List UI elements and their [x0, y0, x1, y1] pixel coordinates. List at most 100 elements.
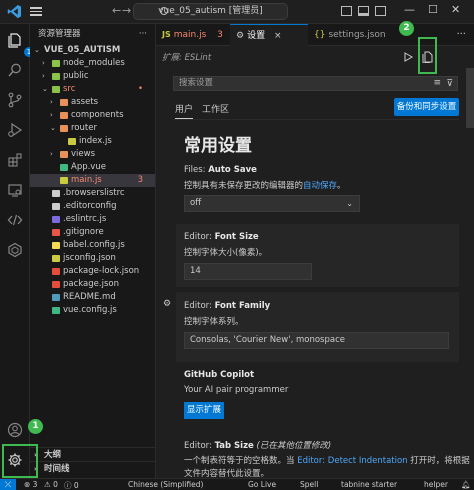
chevron-right-icon: › [50, 150, 53, 158]
tree-item[interactable]: ⌄ router [30, 122, 155, 135]
tree-item[interactable]: main.js 3 [30, 174, 155, 187]
breadcrumb-extension[interactable]: 扩展: ESLint [162, 51, 211, 63]
font-family-title: Editor: Font Family [184, 301, 270, 311]
settings-search-input[interactable]: 搜索设置 ≡ ⊽ [173, 76, 458, 91]
spell-status[interactable]: Spell [300, 480, 318, 489]
detect-indentation-link[interactable]: Editor: Detect Indentation [297, 456, 407, 466]
forward-arrow-icon[interactable]: → [122, 4, 131, 17]
tab-main-js[interactable]: JS main.js 3 [156, 24, 230, 46]
customize-layout-icon[interactable] [375, 6, 386, 16]
more-actions-icon[interactable]: ··· [139, 24, 147, 44]
run-icon[interactable] [402, 51, 414, 63]
notifications-bell-icon[interactable]: 🔔︎ [461, 480, 471, 489]
chevron-down-icon: ⌄ [50, 124, 56, 132]
tab-settings-json[interactable]: {} settings.json [308, 24, 398, 46]
tab-workspace-settings[interactable]: 工作区 [202, 102, 229, 118]
code-icon[interactable] [7, 212, 23, 228]
tree-item[interactable]: › views [30, 148, 155, 161]
errors-status[interactable]: ⊗ 3 [24, 480, 37, 489]
tree-item-label: babel.config.js [63, 240, 125, 250]
tree-item[interactable]: › node_modules [30, 57, 155, 70]
explorer-icon[interactable]: 1 [7, 32, 34, 57]
copilot-title: GitHub Copilot [184, 370, 255, 380]
toggle-sidebar-icon[interactable] [341, 6, 352, 16]
tree-item-label: node_modules [63, 58, 125, 68]
settings-editor: 搜索设置 ≡ ⊽ 用户 工作区 备份和同步设置 常用设置 Files: Auto… [156, 68, 474, 478]
filter-icon[interactable]: ⊽ [446, 78, 453, 91]
tree-item[interactable]: vue.config.js [30, 304, 155, 317]
gear-dot-icon [52, 190, 60, 197]
tree-item-label: App.vue [71, 162, 106, 172]
clear-filter-icon[interactable]: ≡ [433, 77, 441, 90]
chevron-down-icon: ⌄ [42, 85, 48, 93]
tree-item[interactable]: › public [30, 70, 155, 83]
tab-user-settings[interactable]: 用户 [175, 102, 194, 119]
font-size-input[interactable]: 14 [184, 263, 312, 280]
tree-item[interactable]: index.js [30, 135, 155, 148]
toggle-panel-icon[interactable] [358, 6, 369, 16]
autosave-link[interactable]: 自动保存 [303, 181, 337, 191]
remote-indicator-icon[interactable]: ⤫ [0, 479, 16, 490]
hexagon-extension-icon[interactable] [7, 242, 23, 258]
tree-item[interactable]: ⌄ src • [30, 83, 155, 96]
tree-item[interactable]: babel.config.js [30, 239, 155, 252]
close-window-icon[interactable]: ✕ [451, 3, 460, 16]
tree-item[interactable]: App.vue [30, 161, 155, 174]
maximize-icon[interactable]: ☐ [428, 3, 438, 16]
run-debug-icon[interactable] [7, 122, 23, 138]
setting-name: Font Size [214, 232, 259, 242]
minimize-icon[interactable]: — [404, 3, 415, 16]
helper-status[interactable]: helper [424, 480, 448, 489]
scrollbar[interactable] [466, 68, 474, 128]
extensions-icon[interactable] [7, 152, 23, 168]
tree-item[interactable]: package-lock.json [30, 265, 155, 278]
outline-section[interactable]: › 大纲 [30, 447, 155, 461]
tree-item-label: .eslintrc.js [63, 214, 107, 224]
tree-item[interactable]: › components [30, 109, 155, 122]
tab-label: 设置 [247, 31, 266, 41]
annotation-badge-1: 1 [28, 419, 43, 434]
annotation-box-2 [418, 37, 437, 74]
tree-item[interactable]: jsconfig.json [30, 252, 155, 265]
show-extension-button[interactable]: 显示扩展 [184, 402, 224, 419]
tree-item[interactable]: .gitignore [30, 226, 155, 239]
tree-item[interactable]: ⌄ VUE_05_AUTISM [30, 44, 155, 57]
remote-explorer-icon[interactable] [7, 182, 23, 198]
warnings-status[interactable]: ⚠ 0 [44, 480, 58, 489]
tabnine-status[interactable]: tabnine starter [341, 480, 397, 489]
accounts-icon[interactable] [7, 422, 23, 438]
source-control-icon[interactable] [7, 92, 23, 108]
tree-item-label: package-lock.json [63, 266, 140, 276]
tree-item[interactable]: .editorconfig [30, 200, 155, 213]
more-actions-icon[interactable]: ··· [456, 29, 466, 40]
setting-name: Tab Size [214, 441, 254, 451]
folder-orange-icon [60, 125, 68, 132]
tree-item-label: .gitignore [63, 227, 104, 237]
tree-item[interactable]: .browserslistrc [30, 187, 155, 200]
go-live-status[interactable]: Go Live [248, 480, 276, 489]
tree-item[interactable]: README.md [30, 291, 155, 304]
tree-item[interactable]: › assets [30, 96, 155, 109]
setting-gear-icon[interactable]: ⚙ [163, 299, 171, 309]
timeline-section[interactable]: › 时间线 [30, 461, 155, 475]
close-tab-icon[interactable]: × [274, 31, 282, 41]
chevron-down-icon: ⌄ [34, 46, 40, 54]
backup-sync-button[interactable]: 备份和同步设置 [394, 98, 459, 116]
font-family-input[interactable]: Consolas, 'Courier New', monospace [184, 332, 449, 349]
tab-settings[interactable]: ⚙ 设置 × [230, 24, 308, 46]
js-file-icon: JS [162, 30, 171, 39]
tree-item[interactable]: .eslintrc.js [30, 213, 155, 226]
vscode-logo-icon [7, 4, 22, 19]
tree-item-label: VUE_05_AUTISM [44, 45, 121, 55]
back-arrow-icon[interactable]: ← [112, 4, 121, 17]
settings-gear-icon: ⚙ [236, 31, 245, 41]
command-center-search[interactable]: vue_05_autism [管理员] [133, 3, 288, 20]
autosave-select[interactable]: off ⌄ [184, 195, 360, 212]
language-status[interactable]: Chinese (Simplified) [128, 480, 203, 489]
font-size-description: 控制字体大小(像素)。 [184, 248, 268, 258]
menu-icon[interactable] [30, 5, 42, 17]
search-view-icon[interactable] [7, 62, 23, 78]
tree-item[interactable]: package.json [30, 278, 155, 291]
eslint-icon [52, 216, 60, 223]
info-status[interactable]: ⓘ 0 [64, 480, 79, 490]
